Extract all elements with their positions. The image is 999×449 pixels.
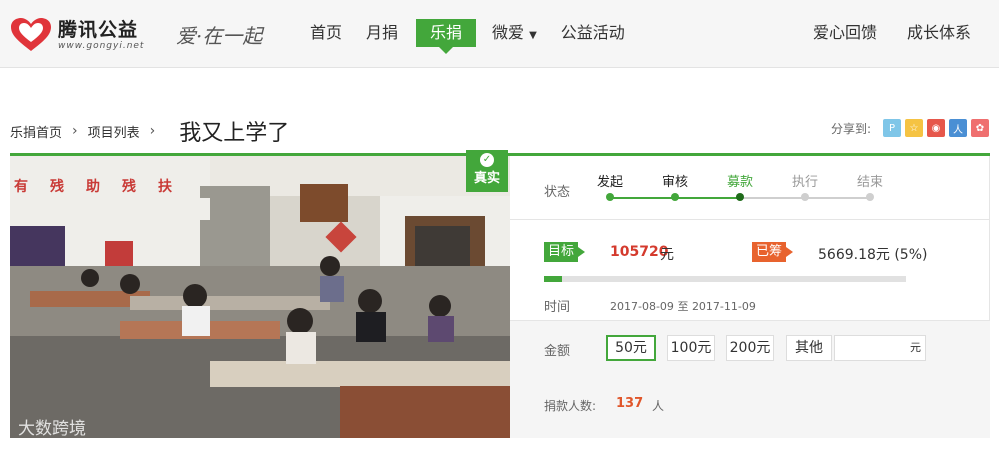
project-main: 大数跨境 有残助残扶 ✓ 真实 状态 发起 审核 募款 执行 结束 目标 105… [10,150,990,438]
funding-row: 目标 105720 元 已筹 5669.18元 (5%) 时间 2017-08-… [510,220,990,320]
nav-growth[interactable]: 成长体系 [907,19,971,47]
nav-right: 爱心回馈 成长体系 [783,19,971,47]
qzone-share-icon[interactable]: P [883,119,901,137]
donors-label: 捐款人数: [544,399,597,413]
donate-row: 金额 50元 100元 200元 其他 元 捐款人数: 137 人 [510,320,990,438]
status-label: 状态 [544,185,571,200]
step-dot-fundraise [736,193,744,201]
main-nav: 首页 月捐 乐捐 微爱 ▼ 公益活动 [310,19,649,54]
date-separator: 至 [677,300,689,313]
tencent-gongyi-logo[interactable]: 腾讯公益 www.gongyi.net [10,18,144,52]
chevron-right-icon: › [72,123,78,139]
check-icon: ✓ [480,153,494,167]
funding-progress-fill [544,276,563,282]
nav-activities[interactable]: 公益活动 [561,19,625,47]
nav-rewards[interactable]: 爱心回馈 [813,19,877,47]
chevron-right-icon: › [149,123,156,139]
amount-other-button[interactable]: 其他 [786,335,832,361]
project-photo[interactable]: 大数跨境 有残助残扶 [10,156,510,438]
slogan: 爱·在一起 [176,24,263,48]
raised-tag: 已筹 [752,242,794,262]
funding-progress [544,276,906,282]
page-title: 我又上学了 [179,121,290,146]
watermark: 大数跨境 [18,419,86,438]
photo-banner-text: 有残助残扶 [14,179,194,195]
nav-lejuan[interactable]: 乐捐 [416,19,477,54]
target-unit: 元 [660,247,674,263]
verified-badge: ✓ 真实 [466,150,508,192]
breadcrumb: 乐捐首页 › 项目列表 › 我又上学了 [10,115,289,147]
status-steps: 发起 审核 募款 执行 结束 [597,171,883,211]
step-dot-initiate [606,193,614,201]
step-initiate: 发起 [596,175,623,190]
kaixin-share-icon[interactable]: ✿ [971,119,989,137]
nav-weiai[interactable]: 微爱 ▼ [492,19,537,47]
step-review: 审核 [661,175,688,190]
amount-200-button[interactable]: 200元 [726,335,774,361]
amount-100-button[interactable]: 100元 [667,335,715,361]
amount-label: 金额 [544,344,571,359]
step-fundraise: 募款 [726,175,753,190]
crumb-lejuan-home[interactable]: 乐捐首页 [10,122,62,141]
status-row: 状态 发起 审核 募款 执行 结束 [510,156,990,220]
nav-home[interactable]: 首页 [310,19,342,47]
other-amount-unit: 元 [910,341,921,354]
verified-badge-text: 真实 [473,171,500,186]
caret-down-icon: ▼ [529,30,537,41]
step-dot-review [671,193,679,201]
raised-value: 5669.18元 (5%) [818,247,928,263]
step-execute: 执行 [791,175,818,190]
nav-monthly[interactable]: 月捐 [366,19,398,47]
classroom-illustration [10,156,510,438]
donors-count: 137 [616,396,644,411]
end-date: 2017-11-09 [691,300,756,313]
top-header: 腾讯公益 www.gongyi.net 爱·在一起 首页 月捐 乐捐 微爱 ▼ 公… [0,0,999,68]
date-range: 2017-08-09 至 2017-11-09 [610,298,756,314]
logo-url: www.gongyi.net [58,41,145,51]
step-dot-finish [866,193,874,201]
weibo-share-icon[interactable]: ◉ [927,119,945,137]
other-amount-input[interactable]: 元 [834,335,926,361]
step-finish: 结束 [856,175,883,190]
project-info-panel: 状态 发起 审核 募款 执行 结束 目标 105720 元 已筹 5669.18… [510,156,990,438]
donors-unit: 人 [652,399,665,413]
target-tag: 目标 [544,242,586,262]
time-label: 时间 [544,300,571,315]
crumb-project-list[interactable]: 项目列表 [88,122,140,141]
amount-50-button[interactable]: 50元 [606,335,656,361]
start-date: 2017-08-09 [610,300,674,313]
step-dot-execute [801,193,809,201]
nav-weiai-label: 微爱 [492,23,525,42]
heart-logo-icon [11,18,51,51]
share-label: 分享到: [830,121,871,136]
logo-name: 腾讯公益 [58,19,139,41]
renren-share-icon[interactable]: 人 [949,119,967,137]
star-share-icon[interactable]: ☆ [905,119,923,137]
share-bar: 分享到: P ☆ ◉ 人 ✿ [831,119,989,137]
